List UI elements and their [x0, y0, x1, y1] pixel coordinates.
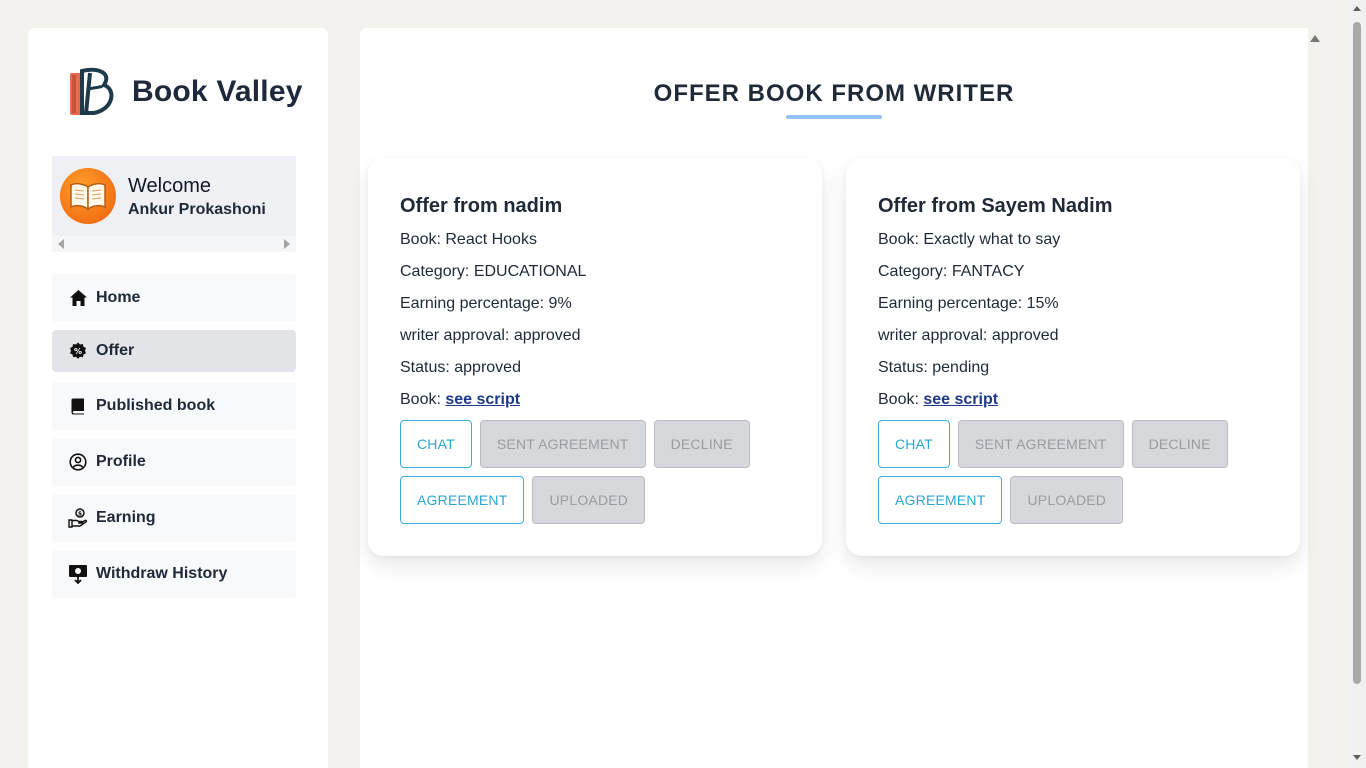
sidebar-nav: Home % Offer Published book Profile $ Ea… — [52, 274, 304, 598]
open-book-icon — [70, 182, 106, 211]
offer-actions: CHAT SENT AGREEMENT DECLINE AGREEMENT UP… — [400, 420, 800, 532]
offer-script-row: Book: see script — [400, 388, 790, 420]
sidebar: Book Valley Welcome Ankur Prokashoni Hom… — [28, 28, 328, 768]
hand-coin-icon: $ — [68, 508, 88, 528]
user-circle-icon — [68, 452, 88, 472]
offer-earning: Earning percentage: 9% — [400, 295, 572, 312]
offer-writer-approval: writer approval: approved — [878, 327, 1059, 344]
sent-agreement-button[interactable]: SENT AGREEMENT — [957, 420, 1124, 468]
scroll-up-icon[interactable] — [1353, 6, 1361, 11]
offer-earning: Earning percentage: 15% — [878, 295, 1059, 312]
scroll-down-icon[interactable] — [1353, 755, 1361, 760]
vertical-scrollbar[interactable] — [1349, 0, 1366, 768]
agreement-button[interactable]: AGREEMENT — [400, 476, 525, 524]
welcome-title: Welcome — [128, 174, 211, 197]
sidebar-item-offer[interactable]: % Offer — [52, 330, 296, 372]
svg-text:$: $ — [78, 511, 82, 518]
chat-button[interactable]: CHAT — [400, 420, 472, 468]
offer-title: Offer from nadim — [400, 195, 563, 217]
offer-category: Category: EDUCATIONAL — [400, 263, 587, 280]
sidebar-item-label: Published book — [96, 397, 216, 414]
offer-writer-approval: writer approval: approved — [400, 327, 581, 344]
main-panel: OFFER BOOK FROM WRITER Offer from nadim … — [360, 28, 1308, 768]
offer-title: Offer from Sayem Nadim — [878, 195, 1113, 217]
offer-card: Offer from nadim Book: React Hooks Categ… — [368, 158, 822, 556]
brand-name: Book Valley — [132, 75, 303, 108]
withdraw-icon — [68, 564, 88, 584]
sent-agreement-button[interactable]: SENT AGREEMENT — [479, 420, 646, 468]
script-label: Book: — [878, 391, 924, 408]
sidebar-item-published-book[interactable]: Published book — [52, 382, 296, 430]
offer-status: Status: approved — [400, 359, 521, 376]
sidebar-item-home[interactable]: Home — [52, 274, 296, 322]
decline-button[interactable]: DECLINE — [653, 420, 750, 468]
see-script-link[interactable]: see script — [445, 391, 520, 408]
offer-card: Offer from Sayem Nadim Book: Exactly wha… — [846, 158, 1300, 556]
book-valley-logo-icon — [70, 67, 114, 115]
sidebar-item-earning[interactable]: $ Earning — [52, 494, 296, 542]
agreement-button[interactable]: AGREEMENT — [878, 476, 1003, 524]
offer-script-row: Book: see script — [878, 388, 1268, 420]
sidebar-item-label: Profile — [96, 453, 146, 470]
sidebar-item-label: Offer — [96, 342, 135, 359]
home-icon — [68, 288, 88, 308]
book-icon — [68, 396, 88, 416]
avatar — [60, 168, 116, 224]
uploaded-button[interactable]: UPLOADED — [1010, 476, 1124, 524]
sidebar-item-label: Earning — [96, 509, 156, 526]
scroll-left-icon[interactable] — [58, 239, 64, 249]
percent-badge-icon: % — [68, 341, 88, 361]
decline-button[interactable]: DECLINE — [1131, 420, 1228, 468]
page-title: OFFER BOOK FROM WRITER — [653, 80, 1015, 107]
offer-book: Book: Exactly what to say — [878, 231, 1061, 248]
script-label: Book: — [400, 391, 446, 408]
offer-actions: CHAT SENT AGREEMENT DECLINE AGREEMENT UP… — [878, 420, 1278, 532]
see-script-link[interactable]: see script — [923, 391, 998, 408]
svg-text:%: % — [74, 347, 82, 356]
sidebar-item-profile[interactable]: Profile — [52, 438, 296, 486]
offer-category: Category: FANTACY — [878, 263, 1025, 280]
brand[interactable]: Book Valley — [52, 28, 304, 156]
title-underline — [786, 115, 882, 119]
horizontal-scrollbar[interactable] — [52, 236, 296, 252]
chat-button[interactable]: CHAT — [878, 420, 950, 468]
uploaded-button[interactable]: UPLOADED — [532, 476, 646, 524]
welcome-user-name: Ankur Prokashoni — [128, 200, 266, 218]
welcome-panel: Welcome Ankur Prokashoni — [52, 156, 296, 252]
sidebar-item-label: Withdraw History — [96, 565, 228, 582]
scrollbar-thumb[interactable] — [1353, 22, 1361, 684]
sidebar-item-label: Home — [96, 289, 141, 306]
offer-book: Book: React Hooks — [400, 231, 537, 248]
panel-scroll-up-icon[interactable] — [1310, 35, 1320, 42]
offer-status: Status: pending — [878, 359, 990, 376]
scroll-right-icon[interactable] — [284, 239, 290, 249]
sidebar-item-withdraw-history[interactable]: Withdraw History — [52, 550, 296, 598]
